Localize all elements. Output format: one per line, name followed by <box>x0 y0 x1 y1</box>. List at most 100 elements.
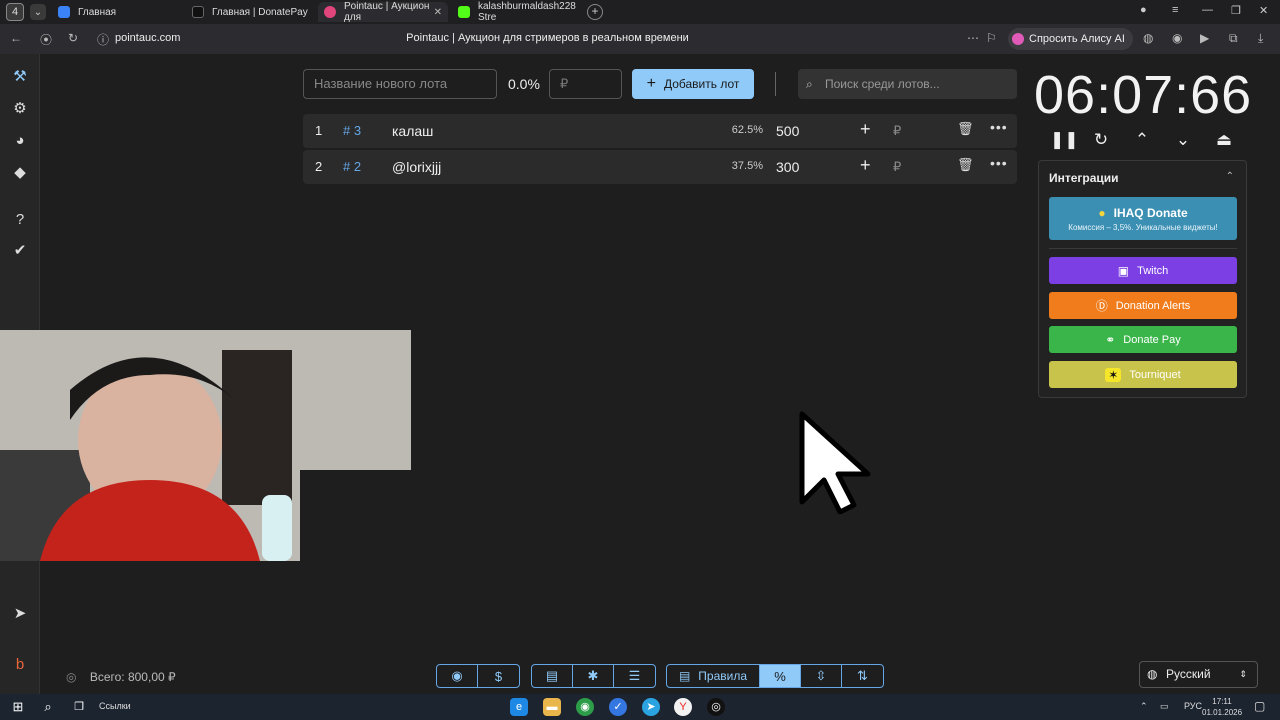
lot-id[interactable]: # 3 <box>343 123 361 138</box>
telegram-icon[interactable]: ➤ <box>642 698 660 716</box>
add-lot-button[interactable]: + Добавить лот <box>632 69 754 99</box>
donation-alerts-icon: Ⓓ <box>1095 299 1108 313</box>
telegram-icon[interactable]: ➤ <box>10 604 30 624</box>
twitch-button[interactable]: ▣ Twitch <box>1049 257 1237 284</box>
lot-currency[interactable]: ₽ <box>893 123 901 139</box>
system-clock[interactable]: 17:11 01.01.2026 <box>1202 696 1242 718</box>
restore-icon[interactable]: ❐ <box>1231 4 1241 17</box>
lot-row: 2 # 2 @lorixjjj 37.5% 300 + ₽ 🗑 ••• <box>303 150 1017 184</box>
browser-tab-bar: 4 ⌄ Главная Главная | DonatePay Pointauc… <box>0 0 1280 24</box>
keyboard-language[interactable]: РУС <box>1184 701 1202 711</box>
save-icon[interactable]: ▤ <box>532 665 573 687</box>
tab-title: Главная <box>78 6 117 18</box>
lot-id[interactable]: # 2 <box>343 159 361 174</box>
chevron-up-icon[interactable]: ⌃ <box>1226 171 1234 182</box>
alice-label: Спросить Алису AI <box>1029 33 1125 45</box>
more-options-icon[interactable]: ••• <box>990 155 1008 171</box>
shield-check-icon[interactable]: ✔ <box>10 241 30 261</box>
donation-alerts-button[interactable]: Ⓓ Donation Alerts <box>1049 292 1237 319</box>
tab-count-badge[interactable]: 4 <box>6 3 24 21</box>
lot-amount[interactable]: 300 <box>776 159 799 175</box>
search-icon[interactable]: ⌕ <box>39 698 57 716</box>
layers-icon[interactable]: ◆ <box>10 163 30 183</box>
ihaq-title: IHAQ Donate <box>1113 205 1188 220</box>
downloads-icon[interactable]: ⤓ <box>1258 31 1263 46</box>
minimize-icon[interactable]: — <box>1202 4 1213 16</box>
alice-button[interactable]: Спросить Алису AI <box>1008 28 1133 50</box>
checkmark-app-icon[interactable]: ✓ <box>609 698 627 716</box>
browser-tab[interactable]: kalashburmaldash228 Stre <box>452 1 584 23</box>
pause-icon[interactable]: ❚❚ <box>1050 130 1079 150</box>
add-amount-icon[interactable]: + <box>860 155 871 176</box>
tab-title: Главная | DonatePay <box>212 6 308 18</box>
add-lot-label: Добавить лот <box>663 77 740 91</box>
double-chevron-up-icon[interactable]: ⏏ <box>1214 130 1234 150</box>
auction-hammer-icon[interactable]: ⚒ <box>10 67 30 87</box>
auction-timer: 06:07:66 <box>1034 65 1253 125</box>
chrome-icon[interactable]: ◉ <box>576 698 594 716</box>
network-icon[interactable]: ▭ <box>1160 701 1169 712</box>
browser-tab[interactable]: Главная <box>52 2 182 22</box>
task-view-icon[interactable]: ❐ <box>70 698 88 716</box>
profile-icon[interactable]: ● <box>1140 4 1147 16</box>
new-lot-name-input[interactable]: Название нового лота <box>303 69 497 99</box>
explorer-icon[interactable]: ▬ <box>543 698 561 716</box>
help-icon[interactable]: ? <box>10 210 30 230</box>
links-toolbar[interactable]: Ссылки <box>99 701 131 711</box>
notifications-icon[interactable]: ▢ <box>1254 699 1265 713</box>
close-icon[interactable]: ✕ <box>434 7 442 18</box>
percent-icon[interactable]: % <box>760 665 801 687</box>
wheel-icon[interactable]: ◕ <box>10 131 30 151</box>
browser-tab[interactable]: Главная | DonatePay <box>186 2 314 22</box>
tab-favicon-icon <box>58 6 70 18</box>
donatepay-button[interactable]: ⚭ Donate Pay <box>1049 326 1237 353</box>
trash-icon[interactable]: 🗑 <box>957 157 974 173</box>
browser-tab-active[interactable]: Pointauc | Аукцион для ✕ <box>318 1 448 23</box>
dollar-icon[interactable]: $ <box>478 665 519 687</box>
more-icon[interactable]: ⋯ <box>967 31 979 45</box>
total-sum: ◎ Всего: 800,00 ₽ <box>66 670 176 684</box>
sort-icon[interactable]: ⇅ <box>842 665 883 687</box>
chevron-down-icon[interactable]: ⌄ <box>30 4 46 20</box>
new-lot-amount-input[interactable]: ₽ <box>549 69 622 99</box>
gear-icon[interactable]: ⚙ <box>10 99 30 119</box>
chevron-up-icon[interactable]: ⌃ <box>1132 130 1152 150</box>
media-icon[interactable]: ▶ <box>1200 31 1209 45</box>
rules-button[interactable]: ▤ Правила <box>667 665 760 687</box>
boosty-icon[interactable]: b <box>10 655 30 675</box>
add-amount-icon[interactable]: + <box>860 119 871 140</box>
chevron-down-icon[interactable]: ⌄ <box>1173 130 1193 150</box>
lot-amount[interactable]: 500 <box>776 123 799 139</box>
lot-search-input[interactable]: ⌕ Поиск среди лотов... <box>798 69 1017 99</box>
donatepay-icon: ⚭ <box>1105 332 1116 347</box>
lot-percent: 37.5% <box>731 160 763 172</box>
tab-favicon-icon <box>192 6 204 18</box>
tray-chevron-up-icon[interactable]: ⌃ <box>1140 701 1148 712</box>
bug-icon[interactable]: ✱ <box>573 665 614 687</box>
github-icon[interactable]: ◉ <box>437 665 478 687</box>
collections-icon[interactable]: ⧉ <box>1229 31 1238 46</box>
trash-icon[interactable]: 🗑 <box>957 121 974 137</box>
ihaq-donate-button[interactable]: ● IHAQ Donate Комиссия – 3,5%. Уникальны… <box>1049 197 1237 240</box>
compress-icon[interactable]: ⇳ <box>801 665 842 687</box>
yandex-browser-icon[interactable]: Y <box>674 698 692 716</box>
tourniquet-button[interactable]: ✶ Tourniquet <box>1049 361 1237 388</box>
clear-list-icon[interactable]: ☰ <box>614 665 655 687</box>
lot-name[interactable]: @lorixjjj <box>392 159 441 175</box>
obs-icon[interactable]: ◎ <box>707 698 725 716</box>
close-window-icon[interactable]: ✕ <box>1259 4 1268 17</box>
bookmark-icon[interactable]: ⚐ <box>986 31 997 45</box>
translate-icon[interactable]: ◍ <box>1143 31 1153 45</box>
new-tab-button[interactable]: + <box>587 4 603 20</box>
menu-icon[interactable]: ≡ <box>1172 4 1178 16</box>
extension-icon[interactable]: ◉ <box>1172 31 1182 45</box>
more-options-icon[interactable]: ••• <box>990 119 1008 135</box>
edge-icon[interactable]: e <box>510 698 528 716</box>
eye-off-icon[interactable]: ◎ <box>66 670 76 684</box>
lot-currency[interactable]: ₽ <box>893 159 901 175</box>
reset-icon[interactable]: ↻ <box>1091 130 1111 150</box>
language-select[interactable]: ◍ Русский ⇕ <box>1139 661 1258 688</box>
lot-name[interactable]: калаш <box>392 123 433 139</box>
windows-start-icon[interactable]: ⊞ <box>9 698 27 716</box>
ihaq-icon: ● <box>1098 205 1106 220</box>
